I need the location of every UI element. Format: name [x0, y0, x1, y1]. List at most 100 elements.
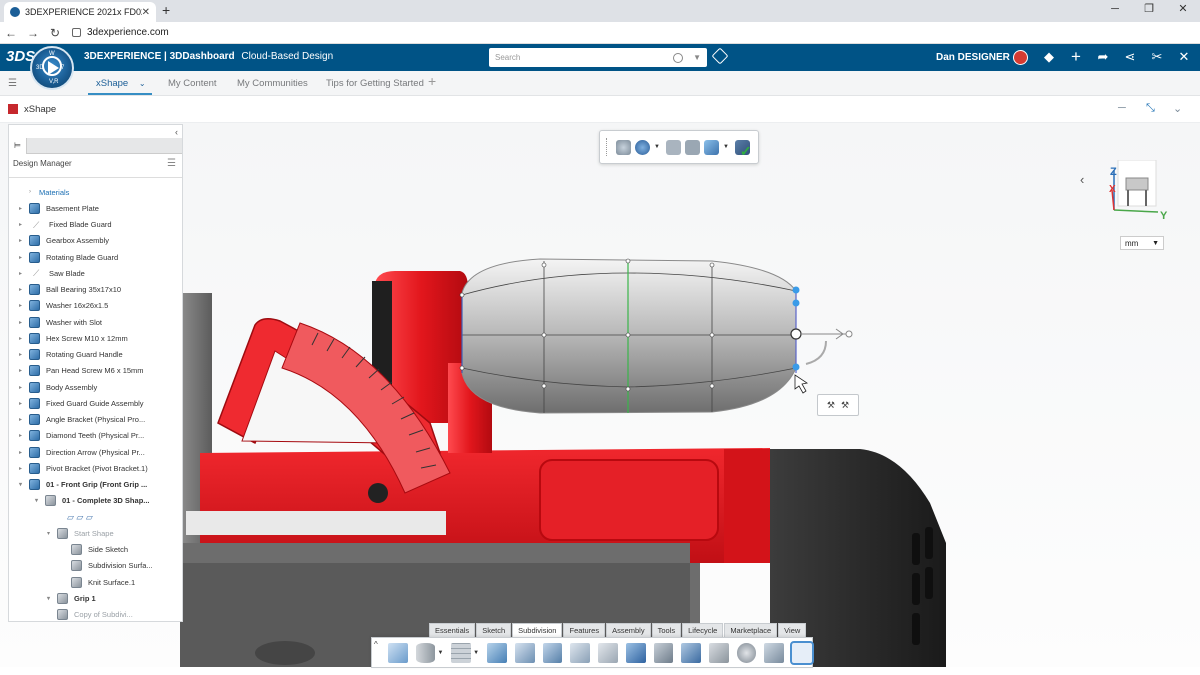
manipulator-center[interactable]: [790, 328, 802, 340]
view-selection-icon[interactable]: [684, 139, 700, 155]
close-window-icon[interactable]: ✕: [1166, 0, 1200, 22]
tree-item[interactable]: ▾ Grip 1: [47, 590, 96, 606]
material-sphere-icon[interactable]: [635, 139, 650, 155]
tree-item[interactable]: Copy of Subdivi...: [47, 607, 133, 623]
tree-item[interactable]: ▸ Direction Arrow (Physical Pr...: [19, 444, 145, 460]
minimize-widget-icon[interactable]: ─: [1118, 102, 1126, 114]
action-tab[interactable]: Subdivision: [512, 623, 563, 637]
pivot-screw[interactable]: [368, 483, 388, 503]
expand-arrow-icon[interactable]: ▾: [19, 481, 29, 488]
expand-arrow-icon[interactable]: ▸: [19, 400, 29, 407]
extrude-icon[interactable]: [487, 642, 507, 663]
manipulator-rotate-arc[interactable]: [805, 340, 827, 365]
tab-my-content[interactable]: My Content: [168, 78, 217, 89]
grid-panel-icon[interactable]: [388, 642, 408, 663]
symmetry-icon[interactable]: [790, 640, 814, 665]
expand-arrow-icon[interactable]: ▸: [19, 205, 29, 212]
forward-icon[interactable]: →: [22, 26, 44, 40]
validate-check-icon[interactable]: ✓: [734, 139, 752, 159]
new-tab-icon[interactable]: +: [162, 2, 170, 18]
tree-item[interactable]: ▸ Pan Head Screw M6 x 15mm: [19, 363, 144, 379]
tab-xshape[interactable]: xShape ⌄: [96, 78, 146, 89]
bend-icon[interactable]: [514, 642, 535, 663]
tree-item[interactable]: Subdivision Surfa...: [61, 558, 153, 574]
network-icon[interactable]: ⋖: [1122, 49, 1138, 65]
expand-arrow-icon[interactable]: ▸: [19, 432, 29, 439]
widget-menu-chevron-down-icon[interactable]: ⌄: [1173, 102, 1182, 115]
flat-shape-icon[interactable]: [570, 642, 591, 663]
expand-arrow-icon[interactable]: ▸: [19, 416, 29, 423]
tree-item[interactable]: ▸ Washer 16x26x1.5: [19, 298, 108, 314]
chevron-down-icon[interactable]: ▼: [654, 144, 660, 150]
expand-arrow-icon[interactable]: ▸: [19, 221, 29, 228]
expand-arrow-icon[interactable]: ▾: [47, 530, 57, 537]
tree-item[interactable]: ▸ Gearbox Assembly: [19, 233, 109, 249]
collapse-action-bar-icon[interactable]: ^: [374, 640, 378, 649]
render-style-icon[interactable]: [616, 139, 631, 155]
action-tab[interactable]: Tools: [651, 623, 682, 637]
action-tab[interactable]: Marketplace: [724, 623, 778, 637]
back-icon[interactable]: ←: [0, 26, 22, 40]
tab-tips[interactable]: Tips for Getting Started: [326, 78, 424, 89]
site-info-icon[interactable]: [72, 28, 81, 37]
expand-arrow-icon[interactable]: ▸: [19, 465, 29, 472]
tree-item[interactable]: ▸ Washer with Slot: [19, 314, 102, 330]
expand-arrow-icon[interactable]: ▸: [19, 384, 29, 391]
tree-item[interactable]: ▸ Angle Bracket (Physical Pro...: [19, 412, 145, 428]
chevron-left-icon[interactable]: ‹: [1080, 172, 1084, 187]
delete-face-icon[interactable]: [681, 642, 701, 663]
3d-compass-icon[interactable]: W 3D 7 V,R: [30, 46, 74, 90]
dashboard-list-icon[interactable]: ☰: [8, 78, 20, 89]
tree-item[interactable]: ▾ 01 - Front Grip (Front Grip ...: [19, 477, 147, 493]
tree-item[interactable]: ▸ Fixed Guard Guide Assembly: [19, 395, 144, 411]
expand-arrow-icon[interactable]: ▸: [19, 270, 29, 277]
add-icon[interactable]: +: [1068, 48, 1084, 65]
tree-item[interactable]: ▾ 01 - Complete 3D Shap...: [35, 493, 150, 509]
search-icon[interactable]: [673, 52, 684, 63]
browser-tab[interactable]: 3DEXPERIENCE 2021x FD02 ✕: [4, 2, 156, 22]
reload-icon[interactable]: ↻: [44, 26, 66, 40]
face-icon[interactable]: [542, 642, 563, 663]
avatar[interactable]: [1013, 50, 1028, 65]
pipe-icon[interactable]: [708, 642, 729, 663]
action-tab[interactable]: Assembly: [606, 623, 651, 637]
action-tab[interactable]: Sketch: [476, 623, 512, 637]
tools-icon[interactable]: ✂: [1149, 49, 1165, 65]
chevron-down-icon[interactable]: ▼: [1152, 240, 1159, 247]
tree-item[interactable]: ▸ Diamond Teeth (Physical Pr...: [19, 428, 144, 444]
tree-tab-icon[interactable]: ⊨: [9, 138, 27, 154]
url-field[interactable]: 3dexperience.com: [72, 27, 169, 38]
action-tab[interactable]: Essentials: [429, 623, 476, 637]
search-options-chevron-down-icon[interactable]: ▼: [693, 53, 701, 62]
search-input[interactable]: Search ▼: [489, 48, 707, 67]
expand-arrow-icon[interactable]: ▸: [19, 286, 29, 293]
collapse-panel-icon[interactable]: ‹: [175, 127, 178, 137]
tree-item[interactable]: ▸ Ball Bearing 35x17x10: [19, 282, 121, 298]
tab-my-communities[interactable]: My Communities: [237, 78, 308, 89]
action-tab[interactable]: View: [778, 623, 807, 637]
expand-arrow-icon[interactable]: ▸: [19, 302, 29, 309]
weld-icon[interactable]: ⚒: [827, 400, 835, 411]
manipulator-handle[interactable]: [845, 330, 853, 338]
action-tab[interactable]: Lifecycle: [682, 623, 724, 637]
sphere-icon[interactable]: [736, 642, 757, 663]
cylinder-primitive-icon[interactable]: [415, 642, 436, 663]
tree-item[interactable]: ▸ Body Assembly: [19, 379, 97, 395]
subdivision-grid-icon[interactable]: [451, 642, 472, 663]
share-icon[interactable]: ➦: [1095, 49, 1111, 65]
standard-views-icon[interactable]: [703, 139, 719, 155]
restore-icon[interactable]: ❐: [1132, 0, 1166, 22]
minimize-icon[interactable]: ─: [1098, 0, 1132, 22]
surface-icon[interactable]: [625, 642, 646, 663]
panel-menu-icon[interactable]: ☰: [167, 158, 176, 169]
tree-item[interactable]: ▸ Rotating Blade Guard: [19, 249, 118, 265]
tree-item[interactable]: Knit Surface.1: [61, 574, 135, 590]
notifications-icon[interactable]: ◆: [1041, 49, 1057, 65]
add-tab-icon[interactable]: +: [428, 73, 436, 89]
tree-item[interactable]: ▸ Pivot Bracket (Pivot Bracket.1): [19, 460, 148, 476]
body-step[interactable]: [724, 449, 770, 563]
expand-arrow-icon[interactable]: ▸: [19, 335, 29, 342]
expand-arrow-icon[interactable]: ▾: [47, 595, 57, 602]
expand-arrow-icon[interactable]: ▾: [35, 497, 45, 504]
tree-item[interactable]: › Materials: [29, 184, 69, 200]
